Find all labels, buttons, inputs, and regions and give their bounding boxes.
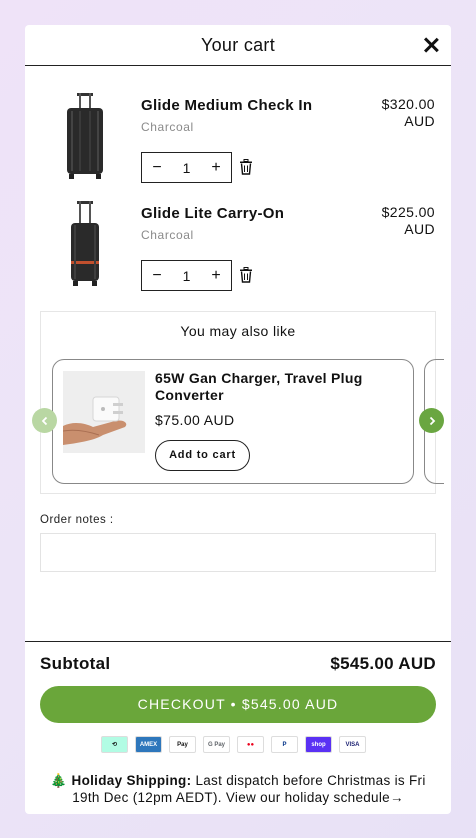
trash-icon[interactable] (239, 267, 253, 283)
item-price-amount: $320.00 (381, 96, 435, 112)
carousel-prev-button[interactable] (32, 408, 57, 433)
apple-pay-icon: Pay (169, 736, 196, 753)
afterpay-icon: ⟲ (101, 736, 128, 753)
increase-quantity-button[interactable]: + (201, 153, 231, 182)
decrease-quantity-button[interactable]: − (142, 261, 172, 290)
item-name[interactable]: Glide Medium Check In (141, 97, 312, 114)
christmas-tree-icon: 🎄 (50, 773, 68, 788)
add-to-cart-button[interactable]: Add to cart (155, 440, 250, 471)
suitcase-image (67, 93, 103, 179)
item-price-currency: AUD (404, 221, 435, 237)
recommendations-heading: You may also like (180, 323, 296, 339)
shipping-notice-title: Holiday Shipping: (71, 773, 192, 788)
item-price-currency: AUD (404, 113, 435, 129)
holiday-shipping-notice: 🎄 Holiday Shipping: Last dispatch before… (37, 772, 439, 806)
subtotal-value: $545.00 AUD (330, 654, 436, 673)
recommended-product-name[interactable]: 65W Gan Charger, Travel Plug Converter (155, 370, 395, 404)
chevron-left-icon (41, 416, 47, 425)
recommended-product-card[interactable]: 65W Gan Charger, Travel Plug Converter $… (52, 359, 414, 484)
cart-item: Glide Lite Carry-On Charcoal $225.00 AUD… (25, 199, 451, 307)
paypal-icon: P (271, 736, 298, 753)
visa-icon: VISA (339, 736, 366, 753)
item-price: $225.00 AUD (355, 204, 435, 238)
quantity-stepper: − 1 + (141, 152, 232, 183)
increase-quantity-button[interactable]: + (201, 261, 231, 290)
item-price-amount: $225.00 (381, 204, 435, 220)
item-variant: Charcoal (141, 120, 194, 134)
trash-icon[interactable] (239, 159, 253, 175)
item-name[interactable]: Glide Lite Carry-On (141, 205, 284, 222)
payment-methods: ⟲ AMEX Pay G Pay ●● P shop VISA (101, 736, 366, 753)
order-notes-field[interactable] (40, 533, 436, 572)
recommended-product-price: $75.00 AUD (155, 412, 235, 428)
product-image (63, 371, 145, 453)
quantity-value[interactable]: 1 (172, 160, 201, 176)
item-price: $320.00 AUD (355, 96, 435, 130)
cart-header: Your cart (25, 25, 451, 66)
quantity-value[interactable]: 1 (172, 268, 201, 284)
recommendations-section: You may also like 65W Gan Charger, Trave… (40, 311, 444, 494)
google-pay-icon: G Pay (203, 736, 230, 753)
mastercard-icon: ●● (237, 736, 264, 753)
close-icon[interactable] (421, 35, 441, 55)
decrease-quantity-button[interactable]: − (142, 153, 172, 182)
checkout-button[interactable]: CHECKOUT • $545.00 AUD (40, 686, 436, 723)
item-variant: Charcoal (141, 228, 194, 242)
chevron-right-icon (429, 416, 435, 425)
suitcase-image (71, 201, 99, 286)
divider (25, 641, 451, 642)
cart-title: Your cart (200, 35, 276, 55)
shop-pay-icon: shop (305, 736, 332, 753)
cart-item: Glide Medium Check In Charcoal $320.00 A… (25, 91, 451, 199)
cart-drawer: Your cart Glide Medium Check In Charcoal… (25, 25, 451, 814)
amex-icon: AMEX (135, 736, 162, 753)
quantity-stepper: − 1 + (141, 260, 232, 291)
order-notes-label: Order notes : (40, 514, 114, 526)
carousel-next-button[interactable] (419, 408, 444, 433)
subtotal-label: Subtotal (40, 654, 111, 673)
